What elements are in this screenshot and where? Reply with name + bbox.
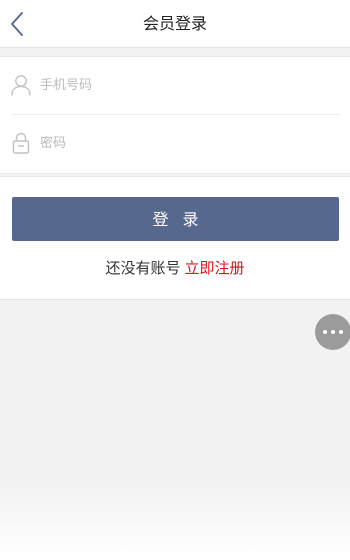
login-actions: 登录 还没有账号 立即注册 bbox=[0, 176, 350, 300]
login-button[interactable]: 登录 bbox=[12, 197, 339, 241]
more-horizontal-icon bbox=[323, 330, 327, 334]
bottom-fade bbox=[0, 480, 350, 560]
phone-field bbox=[0, 57, 350, 114]
password-field bbox=[0, 115, 350, 172]
page-title: 会员登录 bbox=[142, 14, 207, 33]
top-bar: 会员登录 bbox=[0, 0, 350, 48]
register-prompt: 还没有账号 bbox=[105, 259, 181, 277]
register-row: 还没有账号 立即注册 bbox=[0, 257, 350, 278]
phone-input[interactable] bbox=[40, 57, 330, 114]
floating-menu-button[interactable] bbox=[315, 314, 350, 350]
user-icon bbox=[11, 75, 31, 96]
lock-icon bbox=[12, 132, 30, 154]
password-input[interactable] bbox=[40, 115, 330, 172]
login-form bbox=[0, 56, 350, 174]
register-link[interactable]: 立即注册 bbox=[185, 259, 245, 277]
